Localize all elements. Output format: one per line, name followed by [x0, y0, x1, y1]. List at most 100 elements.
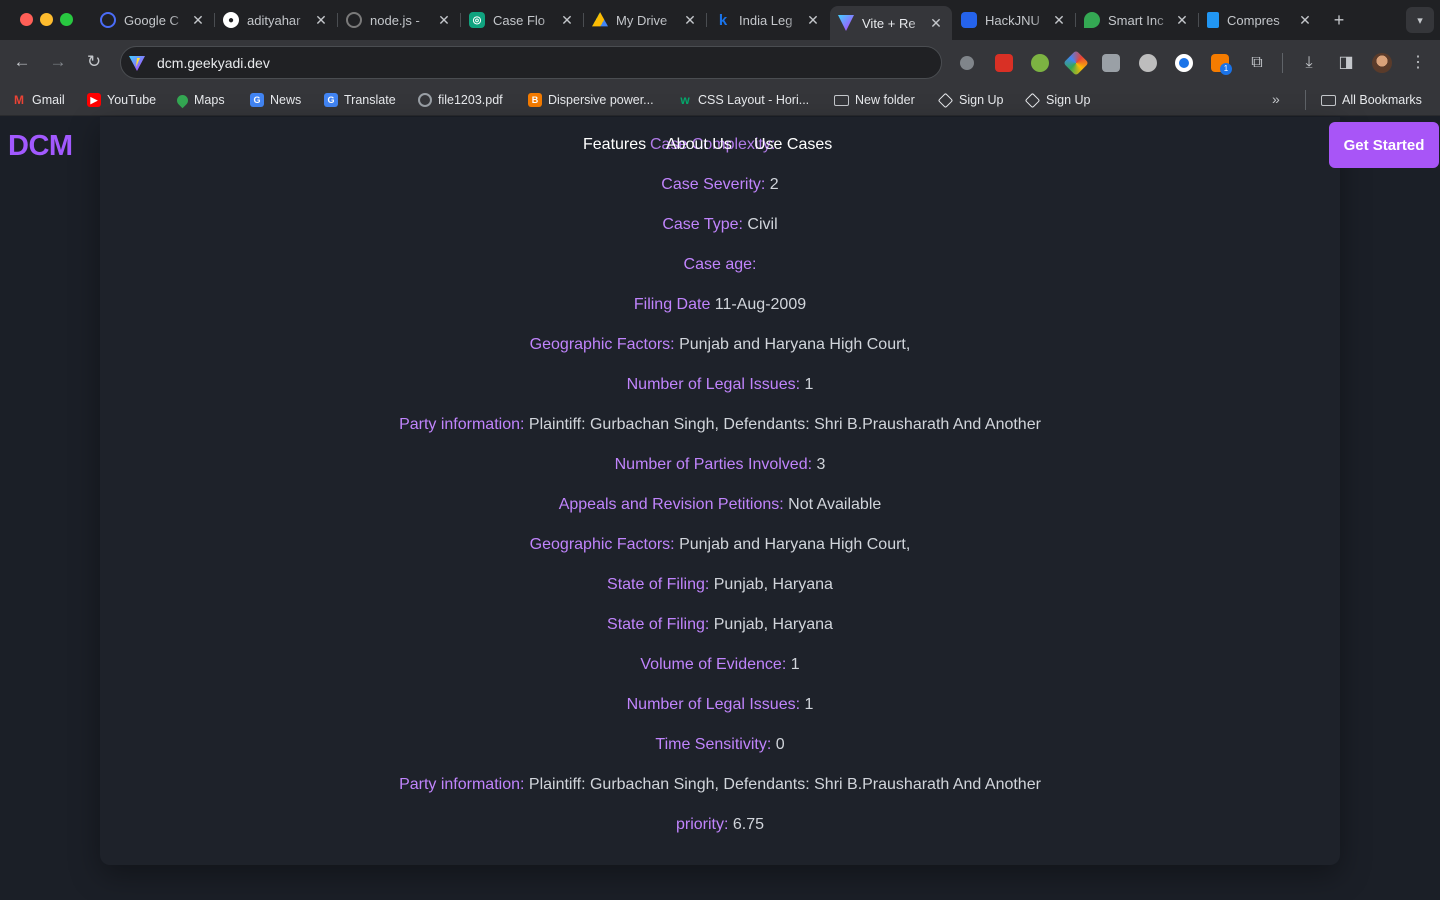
tab-label: My Drive: [616, 12, 668, 28]
translate-icon: G: [324, 93, 338, 107]
extension-icon[interactable]: [995, 54, 1013, 72]
extension-icon[interactable]: [1175, 54, 1193, 72]
chatgpt-icon: ◎: [469, 12, 485, 28]
tab-label: Smart Inc: [1108, 12, 1164, 28]
bookmark[interactable]: ▶ YouTube: [87, 91, 156, 109]
bookmark[interactable]: G News: [250, 91, 301, 109]
tab-label: HackJNU: [985, 12, 1040, 28]
bookmark[interactable]: w CSS Layout - Hori...: [678, 91, 809, 109]
tab[interactable]: My Drive ✕: [584, 6, 707, 34]
tab-label: India Leg: [739, 12, 793, 28]
tab-strip: Google C ✕ ● adityahar ✕ node.js - ✕ ◎ C…: [0, 0, 1440, 40]
docs-icon: [1207, 12, 1219, 28]
extension-icon[interactable]: [1031, 54, 1049, 72]
maximize-window-button[interactable]: [60, 13, 73, 26]
get-started-button[interactable]: Get Started: [1329, 122, 1439, 168]
back-button[interactable]: ←: [12, 52, 32, 72]
tab-label: Case Flo: [493, 12, 546, 28]
minimize-window-button[interactable]: [40, 13, 53, 26]
bookmark[interactable]: file1203.pdf: [418, 91, 503, 109]
close-icon[interactable]: ✕: [805, 12, 821, 29]
extension-icon[interactable]: [960, 56, 974, 70]
codepen-icon: [1024, 92, 1041, 108]
tab[interactable]: HackJNU ✕: [953, 6, 1076, 34]
maps-icon: [174, 92, 191, 108]
nav-about-us[interactable]: About Us: [666, 136, 732, 154]
tab[interactable]: Google C ✕: [92, 6, 215, 34]
github-icon: ●: [223, 12, 239, 28]
tab-label: adityahar: [247, 12, 301, 28]
stackoverflow-icon: [346, 12, 362, 28]
tab-label: node.js -: [370, 12, 420, 28]
youtube-icon: ▶: [87, 93, 101, 107]
close-icon[interactable]: ✕: [436, 12, 452, 29]
state-of-filing: State of Filing: Punjab, Haryana: [607, 576, 833, 593]
news-icon: G: [250, 93, 264, 107]
puzzle-icon[interactable]: ⧉: [1247, 53, 1267, 73]
tab-label: Vite + Re: [862, 15, 916, 31]
new-tab-button[interactable]: +: [1329, 10, 1349, 31]
w3schools-icon: w: [680, 93, 690, 107]
blogger-icon: B: [528, 93, 542, 107]
close-window-button[interactable]: [20, 13, 33, 26]
number-of-legal-issues: Number of Legal Issues: 1: [626, 376, 814, 393]
map-pin-icon: [1084, 12, 1100, 28]
reload-button[interactable]: ↻: [84, 52, 104, 72]
forward-button[interactable]: →: [48, 52, 68, 72]
tab[interactable]: ◎ Case Flo ✕: [461, 6, 584, 34]
bookmark[interactable]: Maps: [174, 91, 225, 109]
tab-active[interactable]: Vite + Re ✕: [830, 6, 952, 40]
volume-of-evidence: Volume of Evidence: 1: [640, 656, 800, 673]
bookmark[interactable]: Sign Up: [937, 91, 1003, 109]
chevron-double-right-icon[interactable]: »: [1272, 91, 1280, 107]
bookmark[interactable]: Sign Up: [1024, 91, 1090, 109]
close-icon[interactable]: ✕: [190, 12, 206, 29]
close-icon[interactable]: ✕: [928, 15, 944, 32]
menu-icon[interactable]: ⋮: [1408, 53, 1428, 73]
avatar[interactable]: [1372, 53, 1392, 73]
nav-use-cases[interactable]: Use Cases: [754, 136, 832, 154]
tab[interactable]: Smart Inc ✕: [1076, 6, 1199, 34]
close-icon[interactable]: ✕: [313, 12, 329, 29]
folder-icon: [1321, 94, 1336, 106]
geographic-factors: Geographic Factors: Punjab and Haryana H…: [529, 336, 911, 353]
time-sensitivity: Time Sensitivity: 0: [655, 736, 785, 753]
close-icon[interactable]: ✕: [1051, 12, 1067, 29]
vite-icon: [129, 56, 145, 71]
tab[interactable]: Compres ✕: [1199, 6, 1321, 34]
tab[interactable]: k India Leg ✕: [707, 6, 829, 34]
gmail-icon: M: [14, 93, 24, 107]
tab[interactable]: node.js - ✕: [338, 6, 461, 34]
site-logo[interactable]: DCM: [8, 130, 73, 163]
close-icon[interactable]: ✕: [682, 12, 698, 29]
globe-icon: [418, 93, 432, 107]
bookmark[interactable]: B Dispersive power...: [528, 91, 654, 109]
bookmark[interactable]: G Translate: [324, 91, 396, 109]
number-of-legal-issues: Number of Legal Issues: 1: [626, 696, 814, 713]
geographic-factors: Geographic Factors: Punjab and Haryana H…: [529, 536, 911, 553]
side-panel-icon[interactable]: ◨: [1336, 53, 1356, 73]
close-icon[interactable]: ✕: [1174, 12, 1190, 29]
extension-badge: 1: [1220, 63, 1232, 75]
download-icon[interactable]: ⤓: [1299, 53, 1319, 73]
party-information: Party information: Plaintiff: Gurbachan …: [399, 776, 1041, 793]
case-age: Case age:: [683, 256, 757, 273]
close-icon[interactable]: ✕: [559, 12, 575, 29]
case-severity: Case Severity: 2: [661, 176, 779, 193]
bookmark[interactable]: M Gmail: [12, 91, 65, 109]
party-information: Party information: Plaintiff: Gurbachan …: [399, 416, 1041, 433]
state-of-filing: State of Filing: Punjab, Haryana: [607, 616, 833, 633]
tab[interactable]: ● adityahar ✕: [215, 6, 338, 34]
all-bookmarks[interactable]: All Bookmarks: [1321, 91, 1422, 109]
folder-icon: [834, 94, 849, 106]
close-icon[interactable]: ✕: [1297, 12, 1313, 29]
nav-features[interactable]: Features: [583, 136, 646, 154]
url-text[interactable]: dcm.geekyadi.dev: [157, 54, 270, 72]
bookmark-folder[interactable]: New folder: [834, 91, 915, 109]
tab-search-button[interactable]: ▾: [1406, 7, 1434, 33]
tab-label: Compres: [1227, 12, 1280, 28]
filing-date: Filing Date 11-Aug-2009: [633, 296, 807, 313]
extension-icon[interactable]: [1102, 54, 1120, 72]
extension-icon[interactable]: [1139, 54, 1157, 72]
codepen-icon: [937, 92, 954, 108]
